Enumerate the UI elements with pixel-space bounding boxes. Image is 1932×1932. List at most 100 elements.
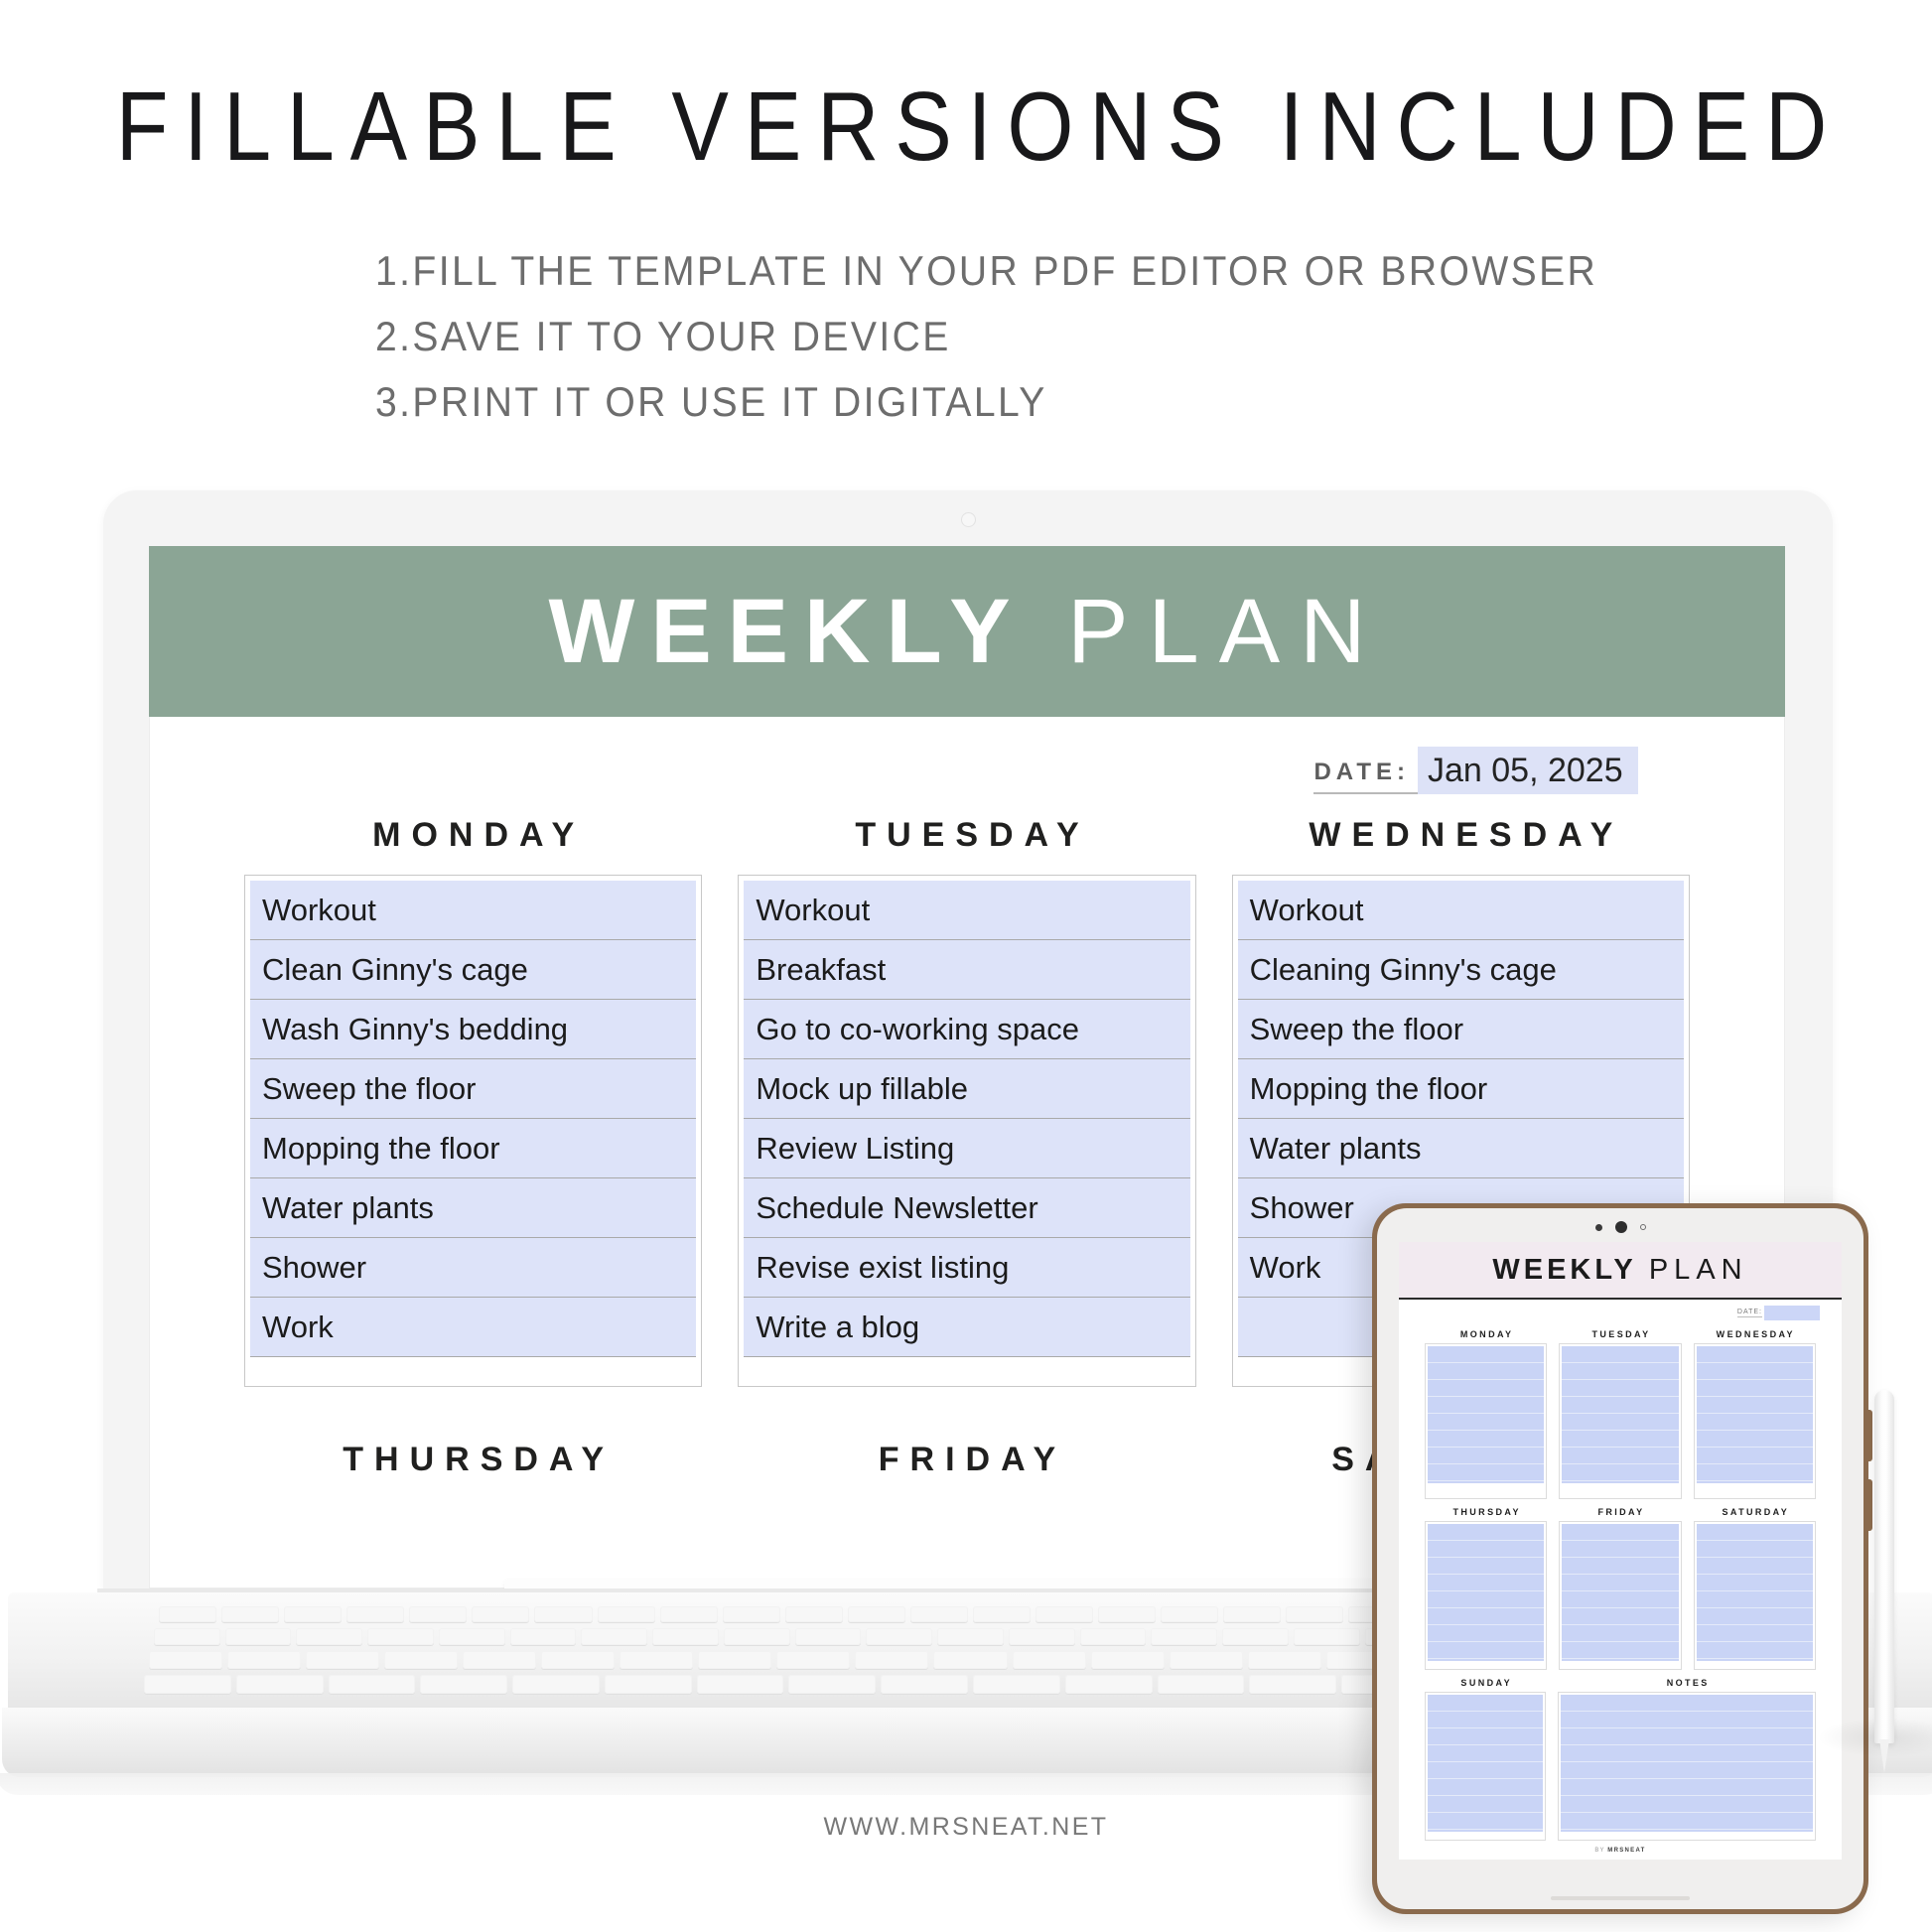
task-row[interactable]: Workout bbox=[1237, 881, 1684, 940]
tablet-day-saturday: SATURDAY bbox=[1693, 1507, 1816, 1670]
task-row[interactable]: Water plants bbox=[250, 1178, 697, 1238]
keyboard-key bbox=[1222, 1628, 1289, 1645]
keyboard-key bbox=[512, 1675, 600, 1694]
task-row[interactable]: Wash Ginny's bedding bbox=[250, 1000, 697, 1059]
task-row[interactable]: Breakfast bbox=[744, 940, 1190, 1000]
keyboard-key bbox=[438, 1628, 505, 1645]
task-row[interactable]: Sweep the floor bbox=[1237, 1000, 1684, 1059]
task-row[interactable]: Schedule Newsletter bbox=[744, 1178, 1190, 1238]
tablet-planner-header: WEEKLY PLAN bbox=[1399, 1242, 1842, 1300]
keyboard-key bbox=[296, 1628, 363, 1645]
tablet-day-tuesday: TUESDAY bbox=[1559, 1329, 1682, 1499]
tablet-day-card[interactable] bbox=[1425, 1343, 1548, 1499]
task-row[interactable]: Shower bbox=[250, 1238, 697, 1298]
tablet-day-card[interactable] bbox=[1559, 1343, 1682, 1499]
tablet-ruled-lines bbox=[1561, 1695, 1813, 1832]
keyboard-key bbox=[1064, 1675, 1153, 1694]
keyboard-key bbox=[794, 1628, 862, 1645]
keyboard-key bbox=[509, 1628, 577, 1645]
tablet-title-light: PLAN bbox=[1648, 1253, 1748, 1286]
tablet-mic-dot-icon bbox=[1639, 1224, 1646, 1230]
keyboard-key bbox=[149, 1651, 223, 1669]
task-row[interactable]: Mock up fillable bbox=[744, 1059, 1190, 1119]
task-row[interactable]: Workout bbox=[250, 881, 697, 940]
task-row[interactable]: Write a blog bbox=[744, 1298, 1190, 1357]
tablet-day-card[interactable] bbox=[1693, 1343, 1816, 1499]
tablet-ruled-lines bbox=[1428, 1346, 1545, 1483]
keyboard-key bbox=[855, 1651, 929, 1669]
tablet-home-indicator bbox=[1551, 1896, 1690, 1900]
keyboard-key bbox=[1249, 1675, 1337, 1694]
task-row[interactable]: Work bbox=[250, 1298, 697, 1357]
tablet-day-label: THURSDAY bbox=[1452, 1507, 1521, 1517]
day-column-thursday: THURSDAY bbox=[244, 1441, 702, 1479]
keyboard-key bbox=[1286, 1606, 1344, 1622]
tablet-day-card[interactable] bbox=[1559, 1521, 1682, 1670]
tablet-footer-brand: MRSNEAT bbox=[1607, 1848, 1646, 1854]
tablet-planner-footer: BY MRSNEAT bbox=[1399, 1848, 1842, 1854]
tablet-day-label: MONDAY bbox=[1459, 1329, 1514, 1339]
tablet-power-button[interactable] bbox=[1867, 1479, 1872, 1531]
instruction-step-2: 2.SAVE IT TO YOUR DEVICE bbox=[375, 313, 951, 359]
keyboard-key bbox=[154, 1628, 220, 1645]
task-row[interactable]: Workout bbox=[744, 881, 1190, 940]
task-row[interactable]: Review Listing bbox=[744, 1119, 1190, 1178]
task-row[interactable]: Revise exist listing bbox=[744, 1238, 1190, 1298]
tablet-camera-dots bbox=[1372, 1221, 1868, 1233]
tablet-camera-icon bbox=[1614, 1221, 1627, 1233]
tablet-day-card[interactable] bbox=[1693, 1521, 1816, 1670]
keyboard-key bbox=[420, 1675, 508, 1694]
keyboard-key bbox=[581, 1628, 648, 1645]
task-card-monday: Workout Clean Ginny's cage Wash Ginny's … bbox=[244, 875, 703, 1387]
keyboard-key bbox=[722, 1606, 780, 1622]
date-input[interactable]: Jan 05, 2025 bbox=[1418, 747, 1638, 794]
task-row[interactable]: Mopping the floor bbox=[1237, 1059, 1684, 1119]
date-label: DATE: bbox=[1313, 759, 1418, 794]
tablet-volume-button[interactable] bbox=[1867, 1410, 1872, 1461]
tablet-date-input[interactable] bbox=[1764, 1306, 1820, 1320]
tablet-day-wednesday: WEDNESDAY bbox=[1693, 1329, 1816, 1499]
day-label-tuesday: TUESDAY bbox=[855, 816, 1090, 854]
keyboard-key bbox=[866, 1628, 933, 1645]
tablet-day-card[interactable] bbox=[1425, 1521, 1548, 1670]
tablet-planner-title: WEEKLY PLAN bbox=[1492, 1254, 1747, 1287]
task-row[interactable]: Sweep the floor bbox=[250, 1059, 697, 1119]
task-row[interactable]: Go to co-working space bbox=[744, 1000, 1190, 1059]
day-label-monday: MONDAY bbox=[372, 816, 586, 854]
keyboard-key bbox=[1151, 1628, 1218, 1645]
task-row[interactable]: Water plants bbox=[1237, 1119, 1684, 1178]
day-label-thursday: THURSDAY bbox=[343, 1441, 616, 1478]
keyboard-key bbox=[306, 1651, 380, 1669]
keyboard-key bbox=[847, 1606, 905, 1622]
task-row[interactable]: Cleaning Ginny's cage bbox=[1237, 940, 1684, 1000]
planner-title-bold: WEEKLY bbox=[548, 581, 1027, 682]
keyboard-key bbox=[937, 1628, 1004, 1645]
page-headline: FILLABLE VERSIONS INCLUDED bbox=[115, 71, 1844, 181]
task-card-tuesday: Workout Breakfast Go to co-working space… bbox=[738, 875, 1196, 1387]
keyboard-key bbox=[776, 1651, 851, 1669]
keyboard-key bbox=[159, 1606, 217, 1622]
instruction-list: 1.FILL THE TEMPLATE IN YOUR PDF EDITOR O… bbox=[375, 250, 1666, 447]
tablet-date-label: DATE: bbox=[1736, 1309, 1762, 1317]
site-url: WWW.MRSNEAT.NET bbox=[823, 1813, 1109, 1841]
keyboard-key bbox=[463, 1651, 537, 1669]
keyboard-key bbox=[221, 1606, 280, 1622]
keyboard-key bbox=[1035, 1606, 1094, 1622]
keyboard-key bbox=[224, 1628, 292, 1645]
keyboard-key bbox=[933, 1651, 1008, 1669]
keyboard-key bbox=[1161, 1606, 1219, 1622]
keyboard-key bbox=[1293, 1628, 1360, 1645]
keyboard-key bbox=[604, 1675, 692, 1694]
task-row[interactable]: Mopping the floor bbox=[250, 1119, 697, 1178]
task-row[interactable]: Clean Ginny's cage bbox=[250, 940, 697, 1000]
day-column-monday: MONDAY Workout Clean Ginny's cage Wash G… bbox=[244, 816, 703, 1387]
keyboard-key bbox=[1012, 1651, 1086, 1669]
keyboard-key bbox=[620, 1651, 694, 1669]
tablet-day-label: SATURDAY bbox=[1722, 1507, 1790, 1517]
keyboard-key bbox=[1090, 1651, 1165, 1669]
tablet-day-thursday: THURSDAY bbox=[1425, 1507, 1548, 1670]
tablet-day-label: SUNDAY bbox=[1460, 1678, 1512, 1688]
keyboard-key bbox=[597, 1606, 655, 1622]
keyboard-key bbox=[696, 1675, 784, 1694]
stylus-tip-icon bbox=[1879, 1739, 1889, 1773]
